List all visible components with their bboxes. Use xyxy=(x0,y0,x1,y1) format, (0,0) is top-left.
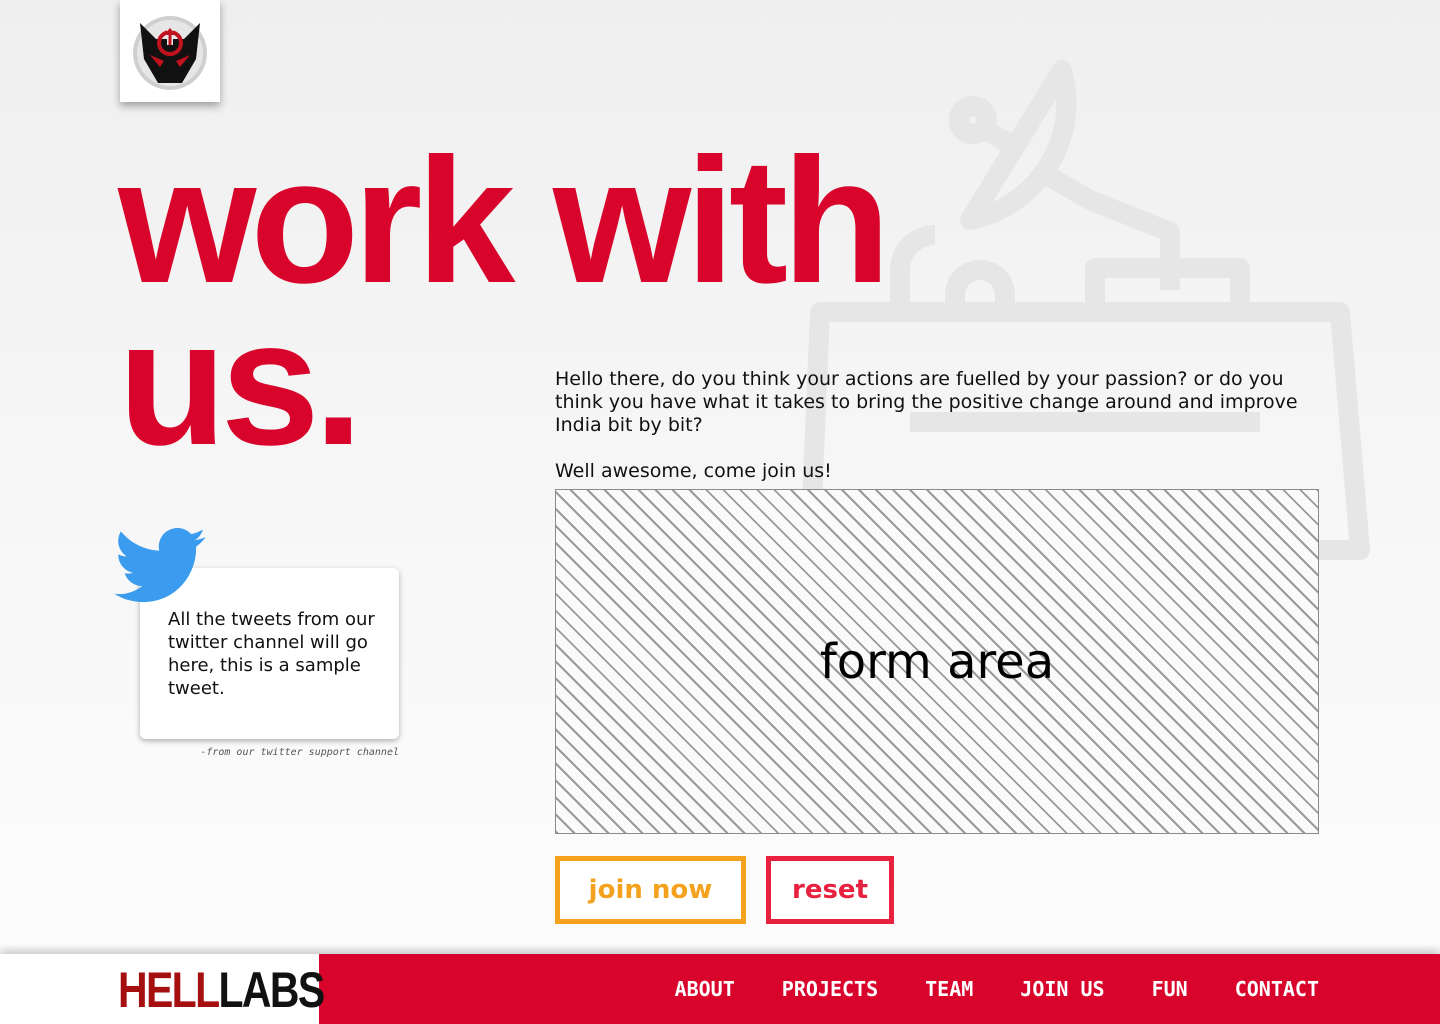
nav-link-fun[interactable]: FUN xyxy=(1152,977,1188,1001)
nav-link-about[interactable]: ABOUT xyxy=(675,977,735,1001)
intro-paragraph: Hello there, do you think your actions a… xyxy=(555,368,1298,436)
tweet-text: All the tweets from our twitter channel … xyxy=(168,609,375,699)
nav-link-join-us[interactable]: JOIN US xyxy=(1020,977,1104,1001)
form-area-placeholder[interactable]: form area xyxy=(555,489,1319,834)
nav-link-contact[interactable]: CONTACT xyxy=(1235,977,1319,1001)
join-now-button[interactable]: join now xyxy=(555,856,746,924)
brand-hell-text: HELL xyxy=(118,962,220,1018)
headline-line-2: us. xyxy=(118,283,363,482)
brand-wordmark: HELLLABS xyxy=(118,962,325,1018)
footer-bar: HELLLABS ABOUT PROJECTS TEAM JOIN US FUN… xyxy=(0,954,1440,1024)
nav-link-team[interactable]: TEAM xyxy=(925,977,973,1001)
site-logo[interactable] xyxy=(120,0,220,102)
brand-labs-text: LABS xyxy=(218,962,325,1018)
intro-text: Hello there, do you think your actions a… xyxy=(555,368,1325,483)
reset-button[interactable]: reset xyxy=(766,856,894,924)
intro-cta-text: Well awesome, come join us! xyxy=(555,460,832,482)
helllabs-mascot-icon xyxy=(133,16,207,90)
tweet-source-caption: -from our twitter support channel xyxy=(200,747,399,758)
nav-link-projects[interactable]: PROJECTS xyxy=(782,977,878,1001)
footer-nav: ABOUT PROJECTS TEAM JOIN US FUN CONTACT xyxy=(675,954,1319,1024)
form-area-label: form area xyxy=(819,633,1055,690)
footer-brand-block[interactable]: HELLLABS xyxy=(0,954,325,1024)
twitter-bird-icon xyxy=(114,528,206,603)
